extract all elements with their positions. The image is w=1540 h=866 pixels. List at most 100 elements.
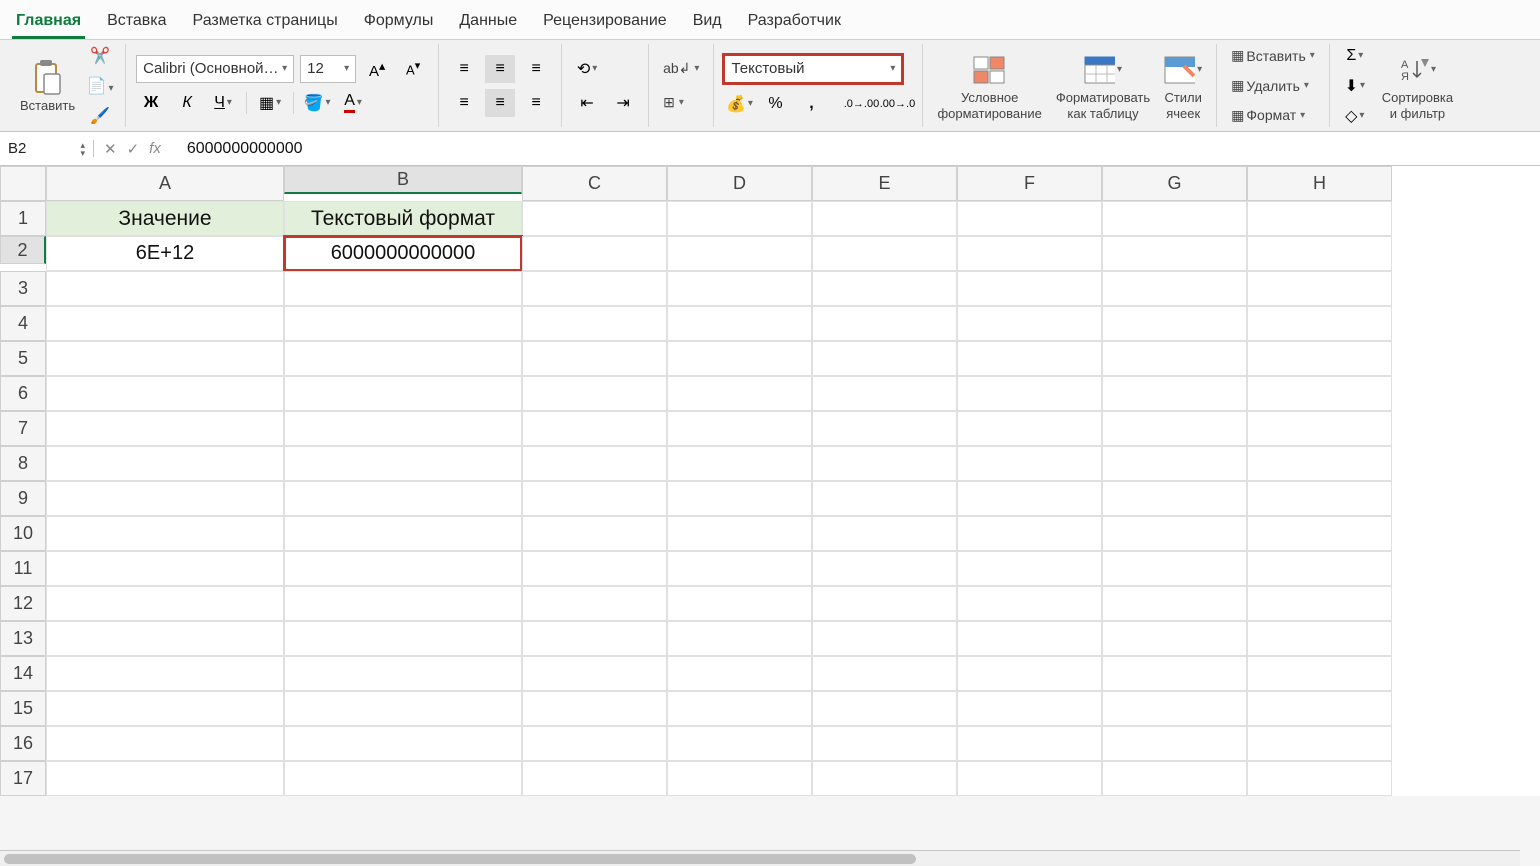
cell[interactable] (522, 516, 667, 551)
merge-button[interactable]: ⊞▾ (659, 89, 688, 117)
cell[interactable] (957, 586, 1102, 621)
column-header[interactable]: D (667, 166, 812, 201)
cell[interactable] (284, 446, 522, 481)
format-cells-button[interactable]: ▦Формат▾ (1227, 103, 1319, 127)
cell[interactable] (46, 761, 284, 796)
cell[interactable] (46, 691, 284, 726)
cell[interactable] (1247, 726, 1392, 761)
column-header[interactable]: A (46, 166, 284, 201)
cell[interactable] (812, 446, 957, 481)
cell[interactable] (1102, 726, 1247, 761)
cell[interactable] (1102, 481, 1247, 516)
cell[interactable] (667, 481, 812, 516)
name-box[interactable]: B2 ▴▾ (0, 140, 94, 157)
tab-home[interactable]: Главная (12, 6, 85, 39)
cell[interactable] (284, 761, 522, 796)
comma-button[interactable]: , (796, 90, 826, 118)
cell[interactable] (284, 656, 522, 691)
percent-button[interactable]: % (760, 90, 790, 118)
cell[interactable] (1102, 411, 1247, 446)
cell[interactable] (1102, 376, 1247, 411)
cell[interactable] (957, 201, 1102, 236)
cell[interactable] (1102, 516, 1247, 551)
align-bottom-button[interactable]: ≡ (521, 55, 551, 83)
row-header[interactable]: 16 (0, 726, 46, 761)
cell[interactable] (522, 376, 667, 411)
cell-styles-button[interactable]: ▾ Стили ячеек (1160, 44, 1206, 127)
cell[interactable] (812, 201, 957, 236)
fx-icon[interactable]: fx (149, 140, 161, 157)
tab-review[interactable]: Рецензирование (539, 6, 671, 39)
orientation-button[interactable]: ⟲▾ (572, 55, 602, 83)
cell[interactable] (1247, 481, 1392, 516)
cell[interactable] (812, 761, 957, 796)
formula-input[interactable]: 6000000000000 (179, 140, 1540, 158)
fill-color-button[interactable]: 🪣▾ (302, 89, 332, 117)
cell[interactable] (812, 586, 957, 621)
tab-view[interactable]: Вид (689, 6, 726, 39)
cell[interactable] (812, 516, 957, 551)
spreadsheet-grid[interactable]: ABCDEFGH1ЗначениеТекстовый формат26E+126… (0, 166, 1540, 796)
cell[interactable] (522, 341, 667, 376)
cell[interactable] (1102, 691, 1247, 726)
cell[interactable] (284, 481, 522, 516)
cell[interactable]: 6000000000000 (284, 236, 522, 271)
cell[interactable] (1102, 341, 1247, 376)
cell[interactable] (284, 411, 522, 446)
cell[interactable] (957, 691, 1102, 726)
cell[interactable] (957, 306, 1102, 341)
cell[interactable] (667, 201, 812, 236)
cell[interactable] (522, 411, 667, 446)
font-color-button[interactable]: А▾ (338, 89, 368, 117)
cell[interactable] (1247, 411, 1392, 446)
increase-decimal-button[interactable]: .0→.00 (846, 90, 876, 118)
currency-button[interactable]: 💰▾ (724, 90, 754, 118)
cell[interactable] (812, 551, 957, 586)
cell[interactable] (667, 516, 812, 551)
conditional-formatting-button[interactable]: Условное форматирование (933, 44, 1045, 127)
cell[interactable]: 6E+12 (46, 236, 284, 271)
cell[interactable] (957, 656, 1102, 691)
accept-icon[interactable]: ✓ (127, 140, 140, 158)
row-header[interactable]: 5 (0, 341, 46, 376)
cell[interactable] (957, 376, 1102, 411)
cell[interactable] (1247, 376, 1392, 411)
row-header[interactable]: 9 (0, 481, 46, 516)
cell[interactable] (667, 656, 812, 691)
cell[interactable] (1102, 656, 1247, 691)
cell[interactable] (284, 376, 522, 411)
row-header[interactable]: 7 (0, 411, 46, 446)
format-as-table-button[interactable]: ▾ Форматировать как таблицу (1052, 44, 1154, 127)
name-box-spinner[interactable]: ▴▾ (80, 141, 85, 157)
cell[interactable] (667, 691, 812, 726)
cell[interactable] (1247, 621, 1392, 656)
copy-button[interactable]: 📄▾ (85, 72, 115, 100)
row-header[interactable]: 14 (0, 656, 46, 691)
borders-button[interactable]: ▦▾ (255, 89, 285, 117)
cell[interactable] (522, 726, 667, 761)
row-header[interactable]: 6 (0, 376, 46, 411)
wrap-text-button[interactable]: ab↲▾ (659, 55, 703, 83)
cell[interactable] (957, 481, 1102, 516)
cell[interactable] (667, 306, 812, 341)
autosum-button[interactable]: Σ▾ (1340, 42, 1370, 70)
cell[interactable] (812, 691, 957, 726)
cell[interactable] (957, 761, 1102, 796)
insert-cells-button[interactable]: ▦Вставить▾ (1227, 44, 1319, 68)
underline-button[interactable]: Ч▾ (208, 89, 238, 117)
row-header[interactable]: 11 (0, 551, 46, 586)
cell[interactable] (812, 621, 957, 656)
cell[interactable] (812, 271, 957, 306)
cell[interactable] (667, 586, 812, 621)
cell[interactable] (284, 551, 522, 586)
cell[interactable] (284, 621, 522, 656)
cell[interactable] (1102, 761, 1247, 796)
bold-button[interactable]: Ж (136, 89, 166, 117)
cell[interactable] (46, 656, 284, 691)
scrollbar-thumb[interactable] (4, 854, 916, 864)
font-size-select[interactable]: 12▾ (300, 55, 356, 83)
cell[interactable] (1247, 446, 1392, 481)
cell[interactable] (812, 656, 957, 691)
cell[interactable] (1102, 306, 1247, 341)
cell[interactable] (957, 516, 1102, 551)
